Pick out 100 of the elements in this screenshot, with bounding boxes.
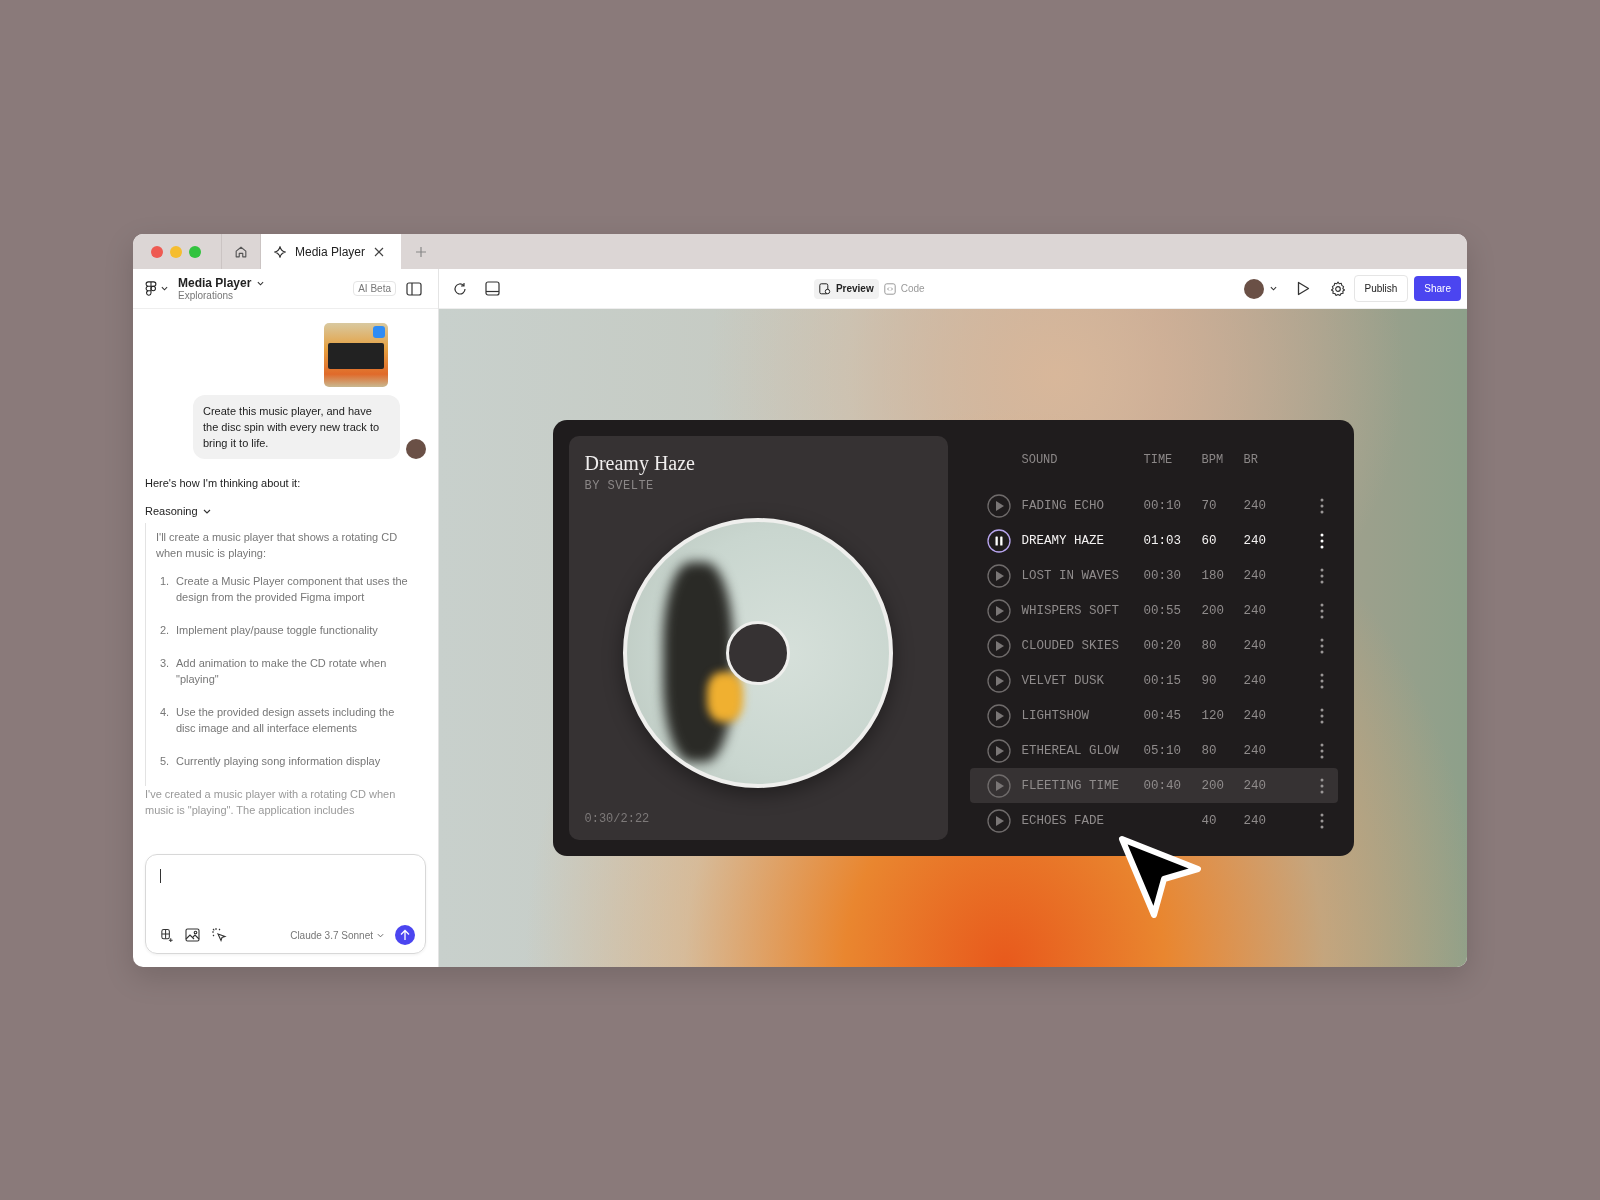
track-time: 00:15 [1143,673,1182,688]
track-bpm: 180 [1201,568,1225,583]
track-row[interactable]: FLEETING TIME 00:40 200 240 [969,768,1338,803]
model-selector[interactable]: Claude 3.7 Sonnet [290,929,384,941]
code-tab[interactable]: Code [878,278,930,299]
track-bpm: 60 [1201,533,1218,548]
column-header: BPM [1201,453,1225,467]
publish-button[interactable]: Publish [1353,275,1409,302]
play-button[interactable] [986,703,1011,728]
step-number: 4. [160,705,171,720]
project-title[interactable]: Media Player [178,276,252,290]
track-name: ECHOES FADE [1021,813,1105,828]
sparkle-icon [273,244,287,259]
more-options-icon[interactable] [1319,742,1324,759]
track-bpm: 80 [1201,638,1218,653]
share-button[interactable]: Share [1414,276,1461,301]
arrow-up-icon [400,929,410,941]
more-options-icon[interactable] [1319,567,1324,584]
track-time: 00:10 [1143,498,1182,513]
step-number: 5. [160,754,171,769]
track-bitrate: 240 [1243,498,1267,513]
send-button[interactable] [395,925,415,945]
column-header: SOUND [1021,453,1059,467]
track-row[interactable]: CLOUDED SKIES 00:20 80 240 [969,628,1338,663]
more-options-icon[interactable] [1319,532,1324,549]
user-message: Create this music player, and have the disc spin with every new track to bring it to life. [193,395,400,459]
track-row[interactable]: DREAMY HAZE 01:03 60 240 [969,523,1338,558]
track-bitrate: 240 [1243,778,1267,793]
chevron-down-icon[interactable] [257,280,265,286]
more-options-icon[interactable] [1319,497,1324,514]
pause-button[interactable] [986,528,1011,553]
step-number: 1. [160,574,171,589]
reasoning-toggle[interactable]: Reasoning [145,505,211,517]
track-row[interactable]: LIGHTSHOW 00:45 120 240 [969,698,1338,733]
settings-icon[interactable] [1329,280,1346,297]
track-row[interactable]: LOST IN WAVES 00:30 180 240 [969,558,1338,593]
step-number: 2. [160,623,171,638]
track-row[interactable]: ECHOES FADE 40 240 [969,803,1338,838]
track-time: 00:45 [1143,708,1182,723]
figma-logo-icon[interactable] [145,280,157,297]
more-options-icon[interactable] [1319,812,1324,829]
image-icon[interactable] [185,928,200,942]
track-name: FLEETING TIME [1021,778,1121,793]
text-cursor [160,869,161,883]
song-title: Dreamy Haze [584,452,695,475]
prompt-input[interactable]: Claude 3.7 Sonnet [145,854,426,954]
playback-time: 0:30/2:22 [584,812,650,826]
play-button[interactable] [986,598,1011,623]
track-name: LIGHTSHOW [1021,708,1090,723]
more-options-icon[interactable] [1319,637,1324,654]
play-button[interactable] [986,563,1011,588]
chevron-down-icon [377,932,384,938]
play-icon[interactable] [1296,281,1310,296]
more-options-icon[interactable] [1319,602,1324,619]
image-thumbnail[interactable] [324,323,388,387]
play-button[interactable] [986,738,1011,763]
refresh-icon[interactable] [453,281,467,296]
preview-tab[interactable]: Preview [813,278,879,299]
play-button[interactable] [986,668,1011,693]
sidebar-toggle-icon[interactable] [406,281,422,296]
track-row[interactable]: FADING ECHO 00:10 70 240 [969,488,1338,523]
column-header: BR [1243,453,1259,467]
close-icon[interactable] [373,245,386,258]
user-avatar[interactable] [1243,278,1264,299]
track-bitrate: 240 [1243,673,1267,688]
ai-beta-badge: AI Beta [353,281,396,296]
artist-name: BY SVELTE [584,479,654,493]
play-button[interactable] [986,633,1011,658]
track-time: 01:03 [1143,533,1182,548]
more-options-icon[interactable] [1319,707,1324,724]
more-options-icon[interactable] [1319,672,1324,689]
step-text: Implement play/pause toggle functionality [176,623,379,638]
step-text: Add animation to make the CD rotate when "playing" [176,656,388,687]
track-row[interactable]: ETHEREAL GLOW 05:10 80 240 [969,733,1338,768]
track-bpm: 120 [1201,708,1225,723]
pointer-select-icon[interactable] [211,927,227,943]
play-button[interactable] [986,493,1011,518]
chevron-down-icon[interactable] [1269,286,1277,291]
track-name: DREAMY HAZE [1021,533,1105,548]
track-bpm: 200 [1201,778,1225,793]
play-button[interactable] [986,773,1011,798]
track-time: 00:30 [1143,568,1182,583]
track-name: FADING ECHO [1021,498,1105,513]
project-subtitle: Explorations [178,290,235,301]
track-row[interactable]: VELVET DUSK 00:15 90 240 [969,663,1338,698]
reasoning-text: I'll create a music player that shows a rotating CD when music is playing: [156,530,399,561]
assistant-message: Here's how I'm thinking about it: [145,477,302,489]
track-bitrate: 240 [1243,743,1267,758]
code-icon [883,282,896,295]
track-bitrate: 240 [1243,813,1267,828]
play-button[interactable] [986,808,1011,833]
track-name: CLOUDED SKIES [1021,638,1121,653]
chevron-down-icon[interactable] [161,286,168,291]
track-name: WHISPERS SOFT [1021,603,1121,618]
track-time: 05:10 [1143,743,1182,758]
device-frame-icon[interactable] [485,281,500,296]
track-row[interactable]: WHISPERS SOFT 00:55 200 240 [969,593,1338,628]
track-time: 00:55 [1143,603,1182,618]
file-tab[interactable]: Media Player [260,234,402,269]
track-name: LOST IN WAVES [1021,568,1121,583]
